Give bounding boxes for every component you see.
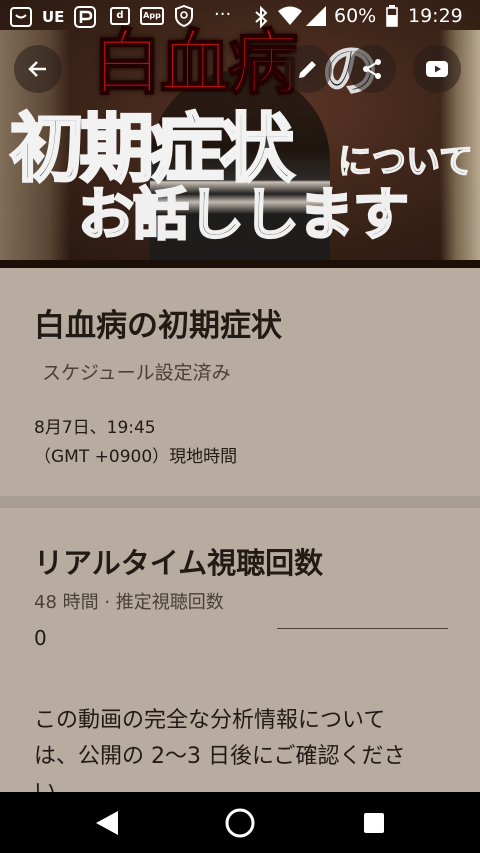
status-bar: UE d App ··· 60% 19:29 xyxy=(0,0,480,34)
back-arrow-icon xyxy=(28,61,46,77)
inbox-icon xyxy=(10,7,32,27)
d-icon: d xyxy=(110,7,130,25)
paypay-icon xyxy=(74,6,96,28)
card-divider xyxy=(0,496,480,508)
thumbnail-title-suffix: について xyxy=(337,142,473,182)
info-text-line2: は、公開の 2〜3 日後にご確認くださ xyxy=(34,744,406,769)
signal-icon xyxy=(306,6,326,26)
battery-percent: 60% xyxy=(334,5,377,27)
thumbnail-bottom-edge xyxy=(0,260,480,268)
nav-recents-icon[interactable] xyxy=(363,812,385,834)
back-button[interactable] xyxy=(14,45,62,93)
video-thumbnail: 白血病 の 初期症状 について お話しします xyxy=(0,0,480,268)
bluetooth-icon xyxy=(255,6,268,28)
wifi-icon xyxy=(278,6,302,25)
more-dots: ··· xyxy=(214,4,232,25)
schedule-datetime: 8月7日、19:45 xyxy=(34,418,156,438)
realtime-views-card: リアルタイム視聴回数 48 時間 · 推定視聴回数 0 この動画の完全な分析情報… xyxy=(0,508,480,805)
ue-label: UE xyxy=(42,8,65,26)
schedule-card: 白血病の初期症状 スケジュール設定済み 8月7日、19:45 （GMT +090… xyxy=(0,268,480,496)
youtube-button[interactable] xyxy=(413,45,461,93)
share-icon xyxy=(363,59,381,79)
realtime-title: リアルタイム視聴回数 xyxy=(34,546,324,580)
clock: 19:29 xyxy=(408,5,463,27)
video-title: 白血病の初期症状 xyxy=(34,308,282,344)
share-button[interactable] xyxy=(348,45,396,93)
view-count: 0 xyxy=(34,626,47,650)
thumbnail-title-main: 初期症状 xyxy=(9,106,296,192)
edit-button[interactable] xyxy=(284,45,332,93)
thumbnail-title-red: 白血病 xyxy=(91,22,299,104)
schedule-timezone: （GMT +0900）現地時間 xyxy=(34,447,238,467)
thumbnail-title-line3: お話しします xyxy=(77,183,411,248)
content-area: 白血病の初期症状 スケジュール設定済み 8月7日、19:45 （GMT +090… xyxy=(0,268,480,805)
schedule-status: スケジュール設定済み xyxy=(42,362,231,384)
shield-icon xyxy=(175,5,193,27)
info-text-line1: この動画の完全な分析情報について xyxy=(34,708,386,733)
app-icon: App xyxy=(140,7,164,25)
nav-back-icon[interactable] xyxy=(94,809,120,837)
nav-home-icon[interactable] xyxy=(224,807,256,839)
battery-icon xyxy=(386,5,398,27)
youtube-icon xyxy=(426,61,448,77)
realtime-subtitle: 48 時間 · 推定視聴回数 xyxy=(34,592,224,613)
navigation-bar xyxy=(0,792,480,853)
pencil-icon xyxy=(299,61,316,78)
realtime-chart-line xyxy=(277,628,448,629)
